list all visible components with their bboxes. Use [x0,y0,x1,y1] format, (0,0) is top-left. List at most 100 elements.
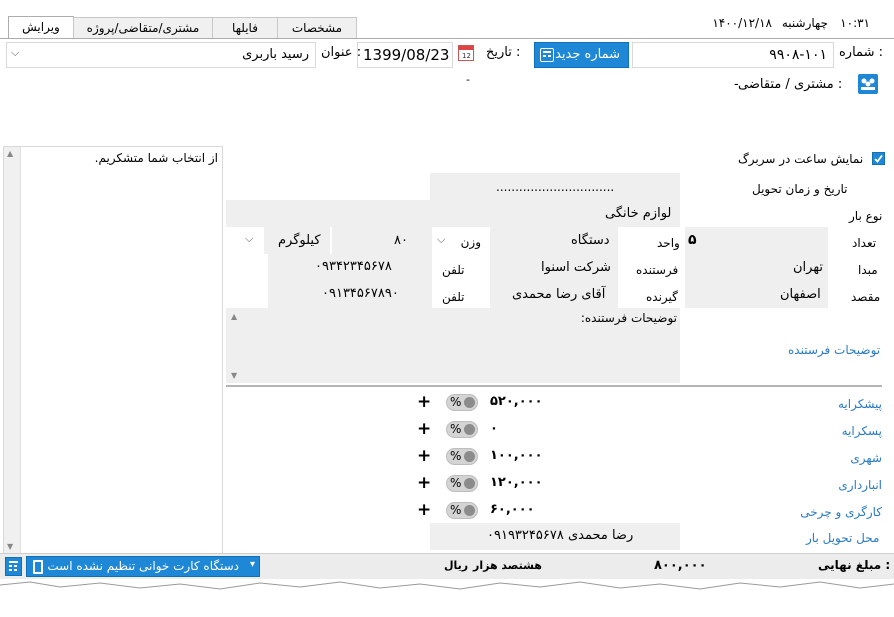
percent-symbol: % [450,503,462,517]
torn-top-edge [0,0,894,10]
dropdown-arrow-icon: ▾ [249,559,255,570]
cargo-type-value[interactable]: لوازم خانگی [605,206,671,221]
cost-value[interactable]: ۰ [490,421,498,436]
status-time: ۱۰:۳۱ [840,16,870,30]
cost-label: انبارداری [838,478,882,492]
percent-symbol: % [450,476,462,490]
notes-text[interactable]: از انتخاب شما متشکریم. [95,151,218,165]
toggle-knob [464,478,475,489]
customers-icon[interactable] [858,74,878,94]
weight-unit-value[interactable]: کیلوگرم [278,233,321,248]
percent-symbol: % [450,449,462,463]
percent-symbol: % [450,395,462,409]
dest-value[interactable]: اصفهان [780,287,821,302]
show-time-label: نمایش ساعت در سربرگ [738,152,864,166]
title-field[interactable]: رسید باربری ⌵ [6,42,316,68]
receiver-phone-label: تلفن [442,290,465,304]
toggle-knob [464,451,475,462]
sender-desc-label: توضیحات فرستنده [788,343,881,357]
receiver-label: گیرنده [646,290,678,304]
final-amount-value: ۸۰۰,۰۰۰ [654,558,707,573]
add-icon[interactable]: + [417,502,431,519]
date-field[interactable]: 1399/08/23 [357,42,453,68]
notes-scrollbar[interactable]: ▲ ▼ [4,147,21,553]
tab-edit[interactable]: ویرایش [8,16,74,39]
svg-text:12: 12 [462,52,471,60]
status-weekday: چهارشنبه [781,16,828,30]
torn-bottom-edge [0,581,894,617]
percent-symbol: % [450,422,462,436]
cost-label: پیشکرایه [837,397,882,411]
currency-label: ریال [444,559,469,572]
toggle-knob [464,505,475,516]
origin-value[interactable]: تهران [793,260,823,275]
tab-files[interactable]: فایلها [212,17,278,38]
tab-customer-project[interactable]: مشتری/متقاضی/پروژه [73,17,213,38]
delivery-place-label: محل تحویل بار [806,531,880,545]
desc-scroll-down-arrow[interactable]: ▼ [231,371,237,380]
toggle-knob [464,397,475,408]
tab-strip-line [0,38,894,39]
cargo-type-label: نوع بار [849,209,883,223]
notes-panel[interactable]: ▲ ▼ از انتخاب شما متشکریم. [3,146,223,554]
new-number-button[interactable]: شماره جدید [534,42,629,68]
count-bg [685,227,828,254]
final-amount-label: مبلغ نهایی : [818,558,891,572]
cost-value[interactable]: ۱۲۰,۰۰۰ [490,475,543,490]
cost-value[interactable]: ۱۰۰,۰۰۰ [490,448,543,463]
sender-value[interactable]: شرکت اسنوا [541,260,611,275]
tab-details[interactable]: مشخصات [277,17,357,38]
sender-label: فرستنده [636,263,679,277]
weight-bg [332,227,432,254]
weight-select[interactable]: وزن ⌵ [434,229,488,254]
calculator-icon [540,48,554,62]
add-icon[interactable]: + [417,475,431,492]
sender-desc-box[interactable]: ▲ ▼ توضیحات فرستنده: [226,308,680,383]
sender-phone-value[interactable]: ۰۹۳۴۲۳۴۵۶۷۸ [315,259,392,274]
add-icon[interactable]: + [417,448,431,465]
add-icon[interactable]: + [417,394,431,411]
cost-label: کارگری و چرخی [800,505,882,519]
cost-value[interactable]: ۵۲۰,۰۰۰ [490,394,543,409]
cost-label: شهری [850,451,882,465]
customer-value: - [734,77,739,92]
cost-label: پسکرایه [841,424,882,438]
chevron-down-icon[interactable]: ⌵ [245,232,253,246]
card-reader-icon [33,560,43,574]
sender-desc-value[interactable]: توضیحات فرستنده: [581,311,677,325]
scroll-up-arrow[interactable]: ▲ [7,149,13,158]
origin-label: مبدا [858,263,878,277]
toggle-knob [464,424,475,435]
desc-scroll-up-arrow[interactable]: ▲ [231,312,237,321]
section-divider [226,385,882,387]
unit-label: واحد [657,236,680,250]
delivery-label: تاریخ و زمان تحویل [752,182,848,196]
title-label: عنوان : [321,45,362,60]
chevron-down-icon[interactable]: ⌵ [11,46,19,60]
dest-label: مقصد [851,290,881,304]
sender-phone-label: تلفن [442,263,465,277]
receiver-value[interactable]: آقای رضا محمدی [512,287,605,302]
delivery-value[interactable]: ............................... [496,180,614,194]
amount-in-words: هشتصد هزار [473,559,542,572]
receiver-phone-value[interactable]: ۰۹۱۳۴۵۶۷۸۹۰ [322,286,399,301]
chevron-down-icon: ⌵ [437,233,446,246]
unit-value[interactable]: دستگاه [571,233,610,248]
number-field[interactable]: ۹۹۰۸-۱۰۱ [632,42,834,68]
date-label: تاریخ : [486,45,521,60]
card-reader-status[interactable]: دستگاه کارت خوانی تنظیم نشده است ▾ [26,556,260,577]
number-label: شماره : [839,45,883,60]
cost-value[interactable]: ۶۰,۰۰۰ [490,502,535,517]
customer-value-secondary: - [466,73,470,86]
show-time-checkbox[interactable] [872,152,885,165]
count-value[interactable]: ۵ [688,232,697,248]
calendar-icon[interactable]: 12 [458,45,474,61]
calculator-small-icon[interactable] [5,557,22,576]
scroll-down-arrow[interactable]: ▼ [7,542,13,551]
count-label: تعداد [852,236,877,250]
add-icon[interactable]: + [417,421,431,438]
weight-value[interactable]: ۸۰ [394,233,408,248]
customer-label: مشتری / متقاضی : [738,77,843,92]
status-date: ۱۴۰۰/۱۲/۱۸ [712,16,772,30]
delivery-place-value[interactable]: رضا محمدی ۰۹۱۹۳۲۴۵۶۷۸ [487,528,633,543]
